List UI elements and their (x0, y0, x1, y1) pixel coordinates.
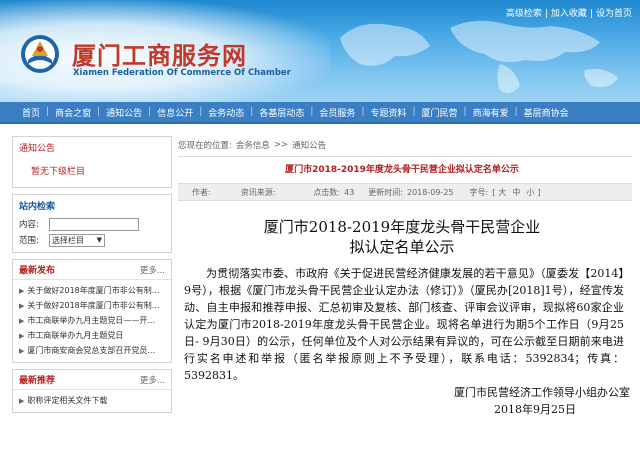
header-banner: 厦门工商服务网 Xiamen Federation Of Commerce Of… (0, 0, 640, 102)
scope-select-value: 选择栏目 (52, 235, 84, 245)
article-meta-bar: 作者: 资讯来源: 点击数: 43 更新时间: 2018-09-25 字号: [… (178, 183, 632, 201)
notice-empty-text: 暂无下级栏目 (31, 167, 86, 177)
signature-date: 2018年9月25日 (494, 403, 576, 416)
breadcrumb: 您现在的位置: 会务信息 >> 通知公告 (172, 136, 632, 154)
views-label: 点击数: (313, 187, 341, 197)
breadcrumb-separator: >> (273, 140, 289, 150)
list-item[interactable]: ▶ 关于做好2018年度厦门市非公有制... (13, 283, 171, 298)
set-homepage-link[interactable]: 设为首页 (596, 9, 632, 19)
author-label: 作者: (192, 187, 211, 197)
breadcrumb-item-affairs[interactable]: 会务信息 (236, 139, 270, 151)
sidebar: 通知公告 暂无下级栏目 站内检索 内容: 范围: 选择栏目 ▼ 最新发布 更多.… (12, 136, 172, 419)
nav-item-grassroots[interactable]: 各基层动态 (259, 106, 304, 119)
article-title-line-2: 拟认定名单公示 (349, 238, 455, 256)
latest-box-title: 最新发布 (19, 266, 56, 276)
source-label: 资讯来源: (240, 187, 276, 197)
nav-item-local-chambers[interactable]: 基层商协会 (524, 106, 569, 119)
chevron-down-icon: ▼ (96, 236, 102, 244)
latest-box: 最新发布 更多... ▶ 关于做好2018年度厦门市非公有制... ▶ 关于做好20… (12, 259, 172, 363)
list-item[interactable]: ▶ 厦门市商安商会党总支部召开党员... (13, 343, 171, 358)
federation-logo-icon (21, 35, 59, 73)
signature-org: 厦门市民营经济工作领导小组办公室 (454, 386, 630, 399)
list-item[interactable]: ▶ 关于做好2018年度厦门市非公有制... (13, 298, 171, 313)
bullet-icon: ▶ (19, 301, 25, 310)
article-title-line-1: 厦门市2018-2019年度龙头骨干民营企业 (263, 218, 541, 236)
list-item[interactable]: ▶ 职称评定相关文件下载 (13, 393, 171, 408)
font-size-bracket-close: ] (537, 187, 541, 197)
nav-item-info-disclosure[interactable]: 信息公开 (157, 106, 193, 119)
date-label: 更新时间: (368, 187, 403, 197)
add-favorite-link[interactable]: 加入收藏 (551, 9, 587, 19)
font-size-medium[interactable]: 中 (512, 187, 520, 198)
article-title: 厦门市2018-2019年度龙头骨干民营企业 拟认定名单公示 (172, 217, 632, 257)
date-value: 2018-09-25 (407, 187, 454, 197)
advanced-search-link[interactable]: 高级检索 (506, 9, 542, 19)
site-subtitle: Xiamen Federation Of Commerce Of Chamber (73, 68, 291, 78)
recommend-box-title: 最新推荐 (19, 376, 56, 386)
font-size-small[interactable]: 小 (526, 187, 534, 198)
font-size-large[interactable]: 大 (498, 187, 506, 198)
world-map-graphic (340, 20, 618, 94)
nav-item-home[interactable]: 首页 (22, 106, 40, 119)
bullet-icon: ▶ (19, 286, 25, 295)
list-item[interactable]: ▶ 市工商联举办九月主题党日 (13, 328, 171, 343)
latest-more-link[interactable]: 更多... (140, 264, 165, 276)
recommend-more-link[interactable]: 更多... (140, 374, 165, 386)
content-label: 内容: (19, 220, 39, 230)
scope-select[interactable]: 选择栏目 ▼ (49, 233, 105, 247)
notice-box: 通知公告 暂无下级栏目 (12, 136, 172, 188)
search-box-title: 站内检索 (19, 202, 56, 212)
font-size-bracket-open: [ (492, 187, 496, 197)
search-input[interactable] (49, 217, 139, 231)
page-title: 厦门市2018-2019年度龙头骨干民营企业拟认定名单公示 (285, 165, 519, 175)
nav-item-member-services[interactable]: 会员服务 (319, 106, 355, 119)
nav-item-special-topics[interactable]: 专题资料 (370, 106, 406, 119)
main-content: 您现在的位置: 会务信息 >> 通知公告 厦门市2018-2019年度龙头骨干民… (172, 136, 632, 418)
views-value: 43 (344, 187, 355, 197)
bullet-icon: ▶ (19, 346, 25, 355)
nav-item-xiamen-private[interactable]: 厦门民营 (422, 106, 458, 119)
article-body: 为贯彻落实市委、市政府《关于促进民营经济健康发展的若干意见》（厦委发【2014】… (184, 267, 624, 382)
list-item[interactable]: ▶ 市工商联举办九月主题党日——开... (13, 313, 171, 328)
notice-box-title: 通知公告 (19, 144, 56, 154)
article-signature: 厦门市民营经济工作领导小组办公室 2018年9月25日 (172, 384, 630, 418)
font-size-label: 字号: (469, 187, 489, 197)
breadcrumb-item-notices[interactable]: 通知公告 (292, 139, 326, 151)
nav-item-chamber-window[interactable]: 商会之窗 (55, 106, 91, 119)
breadcrumb-prefix: 您现在的位置: (178, 141, 232, 151)
bullet-icon: ▶ (19, 331, 25, 340)
bullet-icon: ▶ (19, 316, 25, 325)
nav-item-notices[interactable]: 通知公告 (106, 106, 142, 119)
main-nav: 首页 | 商会之窗 | 通知公告 | 信息公开 | 会务动态 | 各基层动态 | 会员服务 |… (0, 102, 640, 124)
search-box: 站内检索 内容: 范围: 选择栏目 ▼ (12, 194, 172, 253)
nav-item-charity[interactable]: 商海有爱 (473, 106, 509, 119)
site-title: 厦门工商服务网 (72, 41, 247, 70)
bullet-icon: ▶ (19, 396, 25, 405)
recommend-box: 最新推荐 更多... ▶ 职称评定相关文件下载 (12, 369, 172, 413)
scope-label: 范围: (19, 236, 39, 246)
nav-item-affairs[interactable]: 会务动态 (208, 106, 244, 119)
top-links: 高级检索 | 加入收藏 | 设为首页 (505, 9, 632, 19)
